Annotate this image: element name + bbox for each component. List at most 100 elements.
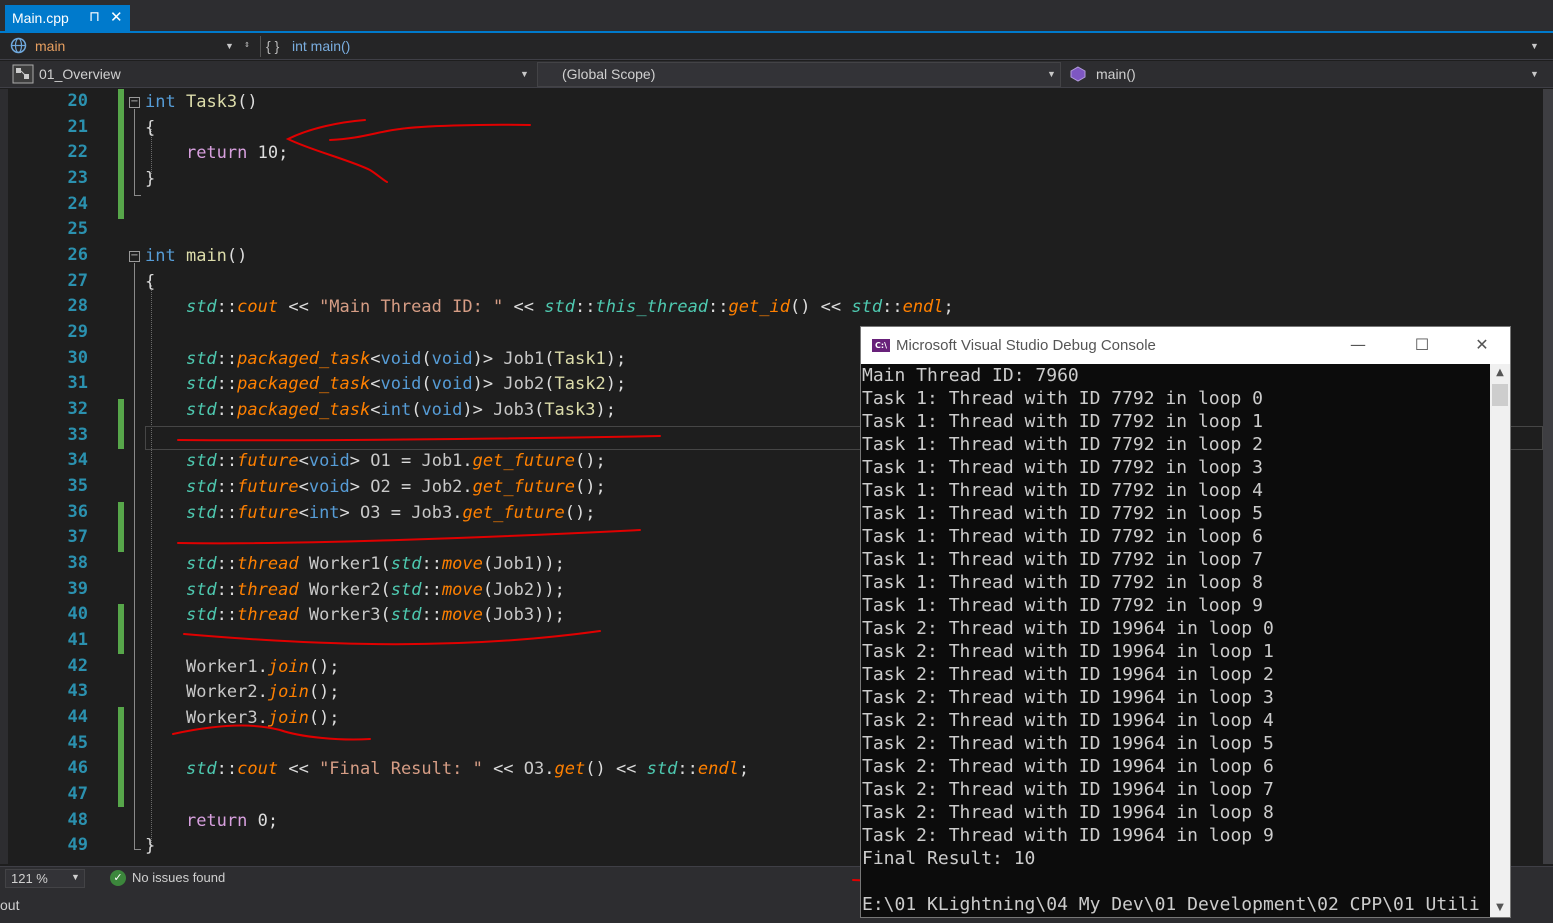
code-line: std::thread Worker2(std::move(Job2)); — [185, 580, 565, 600]
document-tab-strip: Main.cpp ⊓ ✕ — [0, 0, 1553, 33]
code-line: } — [145, 169, 156, 189]
line-number: 35 — [67, 476, 88, 496]
tab-label: Main.cpp — [12, 10, 69, 26]
line-number: 34 — [67, 450, 88, 470]
console-line: Task 1: Thread with ID 7792 in loop 0 — [862, 388, 1263, 409]
line-number: 41 — [67, 630, 88, 650]
console-line: Task 1: Thread with ID 7792 in loop 3 — [862, 457, 1263, 478]
line-number: 28 — [67, 296, 88, 316]
spin-arrows-icon[interactable]: ⇕ — [244, 33, 250, 59]
code-line: return 0; — [185, 811, 279, 831]
zoom-dropdown[interactable]: 121 % ▼ — [5, 869, 85, 888]
member-dropdown[interactable]: int main() — [292, 33, 350, 59]
console-line: Task 1: Thread with ID 7792 in loop 8 — [862, 572, 1263, 593]
scroll-down-icon[interactable]: ▼ — [1490, 899, 1510, 917]
line-number-gutter: 20 21 22 23 24 25 26 27 28 29 30 31 32 3… — [8, 89, 88, 864]
line-number: 40 — [67, 604, 88, 624]
console-line: Task 1: Thread with ID 7792 in loop 7 — [862, 549, 1263, 570]
console-line: Task 1: Thread with ID 7792 in loop 6 — [862, 526, 1263, 547]
close-icon[interactable]: ✕ — [110, 8, 123, 26]
line-number: 23 — [67, 168, 88, 188]
return-value: 0 — [257, 811, 268, 831]
chevron-down-icon[interactable]: ▼ — [520, 61, 529, 87]
editor-margin — [0, 89, 8, 864]
string-literal: "Main Thread ID: " — [319, 297, 504, 317]
console-line: Task 1: Thread with ID 7792 in loop 1 — [862, 411, 1263, 432]
project-selector[interactable]: 01_Overview — [39, 61, 121, 87]
line-number: 25 — [67, 219, 88, 239]
line-number: 27 — [67, 271, 88, 291]
navigation-bar-top: main ▼ ⇕ { } int main() ▼ — [0, 33, 1553, 60]
close-button[interactable]: ✕ — [1467, 333, 1497, 357]
change-marker — [118, 399, 124, 449]
code-line: std::future<int> O3 = Job3.get_future(); — [185, 503, 596, 523]
line-number: 20 — [67, 91, 88, 111]
change-marker — [118, 89, 124, 219]
line-number: 42 — [67, 656, 88, 676]
console-output[interactable]: Main Thread ID: 7960 Task 1: Thread with… — [861, 364, 1490, 917]
chevron-down-icon[interactable]: ▼ — [1047, 61, 1056, 87]
change-marker — [118, 707, 124, 807]
check-circle-icon: ✓ — [110, 870, 126, 886]
braces-icon: { } — [266, 38, 280, 54]
console-line: Task 1: Thread with ID 7792 in loop 9 — [862, 595, 1263, 616]
code-line: std::future<void> O2 = Job2.get_future()… — [185, 477, 606, 497]
pin-icon[interactable]: ⊓ — [89, 8, 100, 25]
line-number: 32 — [67, 399, 88, 419]
output-tab-label[interactable]: out — [0, 897, 19, 913]
project-dropdown[interactable]: main — [35, 33, 65, 59]
function-dropdown[interactable]: main() — [1096, 61, 1136, 87]
chevron-down-icon[interactable]: ▼ — [1530, 33, 1539, 59]
navigation-bar-bottom: 01_Overview ▼ (Global Scope) ▼ main() ▼ — [0, 61, 1553, 88]
code-line: std::packaged_task<void(void)> Job2(Task… — [185, 374, 627, 394]
chevron-down-icon[interactable]: ▼ — [1530, 61, 1539, 87]
change-marker — [118, 502, 124, 552]
collapse-icon[interactable]: − — [129, 97, 140, 108]
minimize-button[interactable]: — — [1343, 333, 1373, 357]
outline-line — [134, 263, 135, 849]
console-line: Final Result: 10 — [862, 848, 1036, 869]
outline-end — [134, 195, 141, 196]
chevron-down-icon[interactable]: ▼ — [71, 872, 80, 882]
code-line: } — [145, 836, 156, 856]
console-line: Task 2: Thread with ID 19964 in loop 1 — [862, 641, 1274, 662]
line-number: 30 — [67, 348, 88, 368]
code-line: std::cout << "Final Result: " << O3.get(… — [185, 759, 750, 779]
console-vertical-scrollbar[interactable]: ▲ ▼ — [1490, 364, 1510, 917]
code-line: return 10; — [185, 143, 289, 163]
tab-main-cpp[interactable]: Main.cpp ⊓ ✕ — [5, 5, 130, 31]
scroll-up-icon[interactable]: ▲ — [1490, 364, 1510, 382]
console-line: Main Thread ID: 7960 — [862, 365, 1079, 386]
line-number: 22 — [67, 142, 88, 162]
console-line: Task 2: Thread with ID 19964 in loop 0 — [862, 618, 1274, 639]
code-line: Worker1.join(); — [185, 657, 340, 677]
line-number: 45 — [67, 733, 88, 753]
outline-end — [134, 849, 141, 850]
console-line: E:\01 KLightning\04 My Dev\01 Developmen… — [862, 894, 1480, 915]
issues-status[interactable]: No issues found — [132, 870, 225, 885]
function-icon — [1070, 61, 1086, 87]
chevron-down-icon[interactable]: ▼ — [225, 33, 234, 59]
return-value: 10 — [257, 143, 279, 163]
outline-line — [134, 109, 135, 195]
line-number: 24 — [67, 194, 88, 214]
code-line: std::packaged_task<void(void)> Job1(Task… — [185, 349, 627, 369]
code-line: std::packaged_task<int(void)> Job3(Task3… — [185, 400, 616, 420]
console-line: Task 2: Thread with ID 19964 in loop 9 — [862, 825, 1274, 846]
console-line: Task 2: Thread with ID 19964 in loop 3 — [862, 687, 1274, 708]
string-literal: "Final Result: " — [319, 759, 483, 779]
console-line: Task 2: Thread with ID 19964 in loop 7 — [862, 779, 1274, 800]
collapse-icon[interactable]: − — [129, 251, 140, 262]
code-line: { — [145, 118, 156, 138]
change-marker — [118, 604, 124, 654]
debug-console-window[interactable]: C:\ Microsoft Visual Studio Debug Consol… — [860, 326, 1511, 918]
console-line: Task 2: Thread with ID 19964 in loop 6 — [862, 756, 1274, 777]
maximize-button[interactable]: ☐ — [1407, 333, 1437, 357]
console-title: Microsoft Visual Studio Debug Console — [896, 337, 1156, 354]
console-line: Task 1: Thread with ID 7792 in loop 2 — [862, 434, 1263, 455]
scroll-thumb[interactable] — [1492, 384, 1508, 406]
console-title-bar[interactable]: C:\ Microsoft Visual Studio Debug Consol… — [861, 327, 1510, 364]
line-number: 43 — [67, 681, 88, 701]
editor-vertical-scrollbar[interactable] — [1543, 89, 1553, 864]
line-number: 26 — [67, 245, 88, 265]
